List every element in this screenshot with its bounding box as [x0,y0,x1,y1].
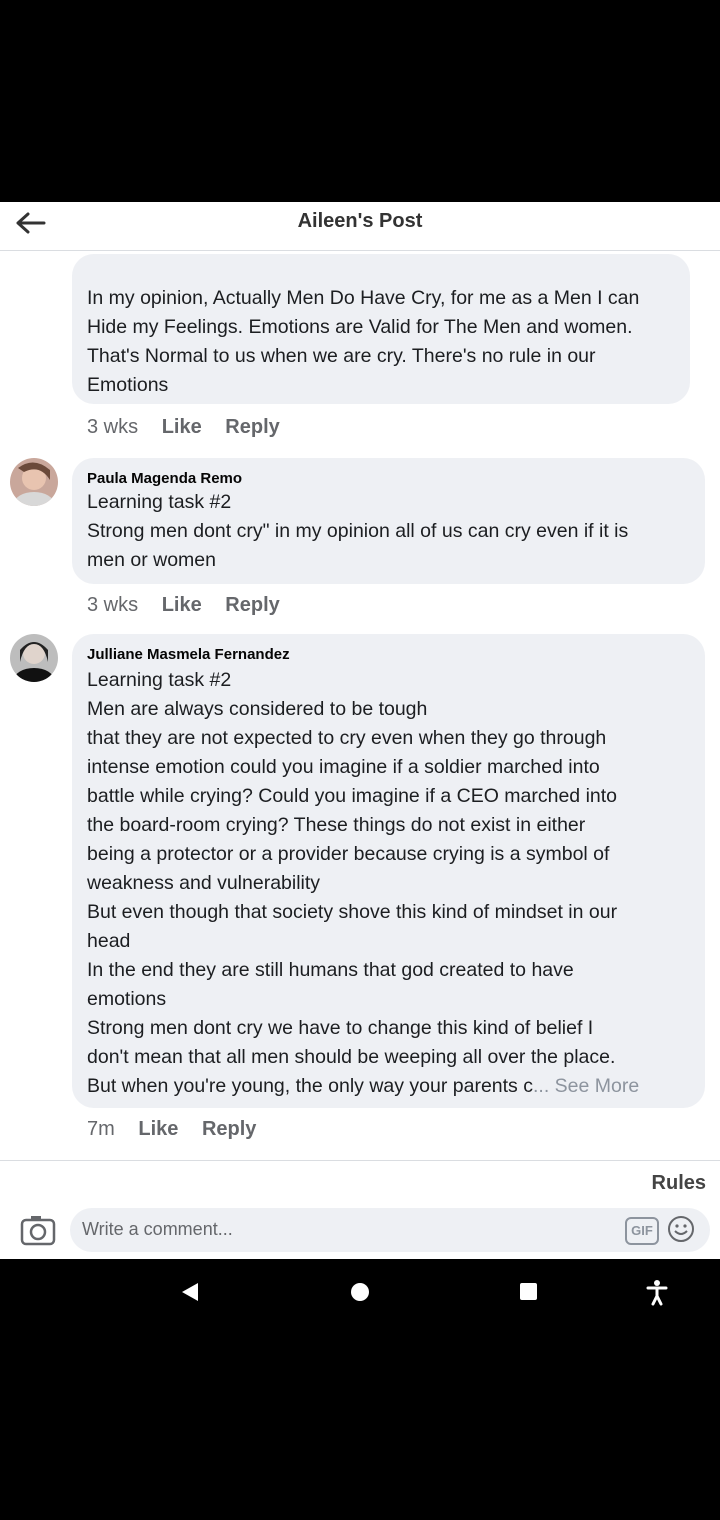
comment-text: Learning task #2 Men are always consider… [87,669,618,1097]
comment-text-block: Learning task #2 Men are always consider… [87,666,697,1101]
like-button[interactable]: Like [138,1118,178,1140]
like-button[interactable]: Like [162,416,202,438]
comment-actions: 3 wks Like Reply [87,416,298,439]
comment-time: 3 wks [87,594,139,616]
nav-back-icon[interactable] [176,1277,206,1307]
see-more-link[interactable]: ... See More [533,1075,639,1097]
status-bar-area [0,0,720,202]
comment-bubble: Julliane Masmela Fernandez Learning task… [72,634,705,1108]
avatar[interactable] [10,458,58,506]
app-header: Aileen's Post [0,202,720,251]
comment-bubble: Paula Magenda Remo Learning task #2 Stro… [72,458,705,584]
comment-input-container: GIF [70,1208,710,1252]
nav-recents-icon[interactable] [514,1277,544,1307]
camera-icon[interactable] [20,1214,56,1246]
emoji-icon[interactable] [667,1215,695,1243]
gif-icon[interactable]: GIF [625,1217,659,1245]
reply-button[interactable]: Reply [225,594,279,616]
comment-input[interactable] [80,1218,604,1241]
like-button[interactable]: Like [162,594,202,616]
comment-time: 3 wks [87,416,139,438]
post-screen: Aileen's Post In my opinion, Actually Me… [0,202,720,1259]
comment-author[interactable]: Julliane Masmela Fernandez [87,646,290,663]
accessibility-icon[interactable] [642,1277,672,1307]
rules-link[interactable]: Rules [652,1172,706,1195]
comment-bubble: In my opinion, Actually Men Do Have Cry,… [72,254,690,404]
comment-actions: 3 wks Like Reply [87,594,298,617]
avatar[interactable] [10,634,58,682]
comment-text: In my opinion, Actually Men Do Have Cry,… [87,287,640,396]
comment-time: 7m [87,1118,115,1140]
reply-button[interactable]: Reply [225,416,279,438]
divider [0,1160,720,1161]
nav-home-icon[interactable] [345,1277,375,1307]
page-title: Aileen's Post [297,210,423,232]
reply-button[interactable]: Reply [202,1118,256,1140]
system-nav-bar [0,1259,720,1520]
comment-actions: 7m Like Reply [87,1118,274,1141]
comment-author[interactable]: Paula Magenda Remo [87,470,242,487]
comment-text: Learning task #2 Strong men dont cry" in… [87,491,629,571]
